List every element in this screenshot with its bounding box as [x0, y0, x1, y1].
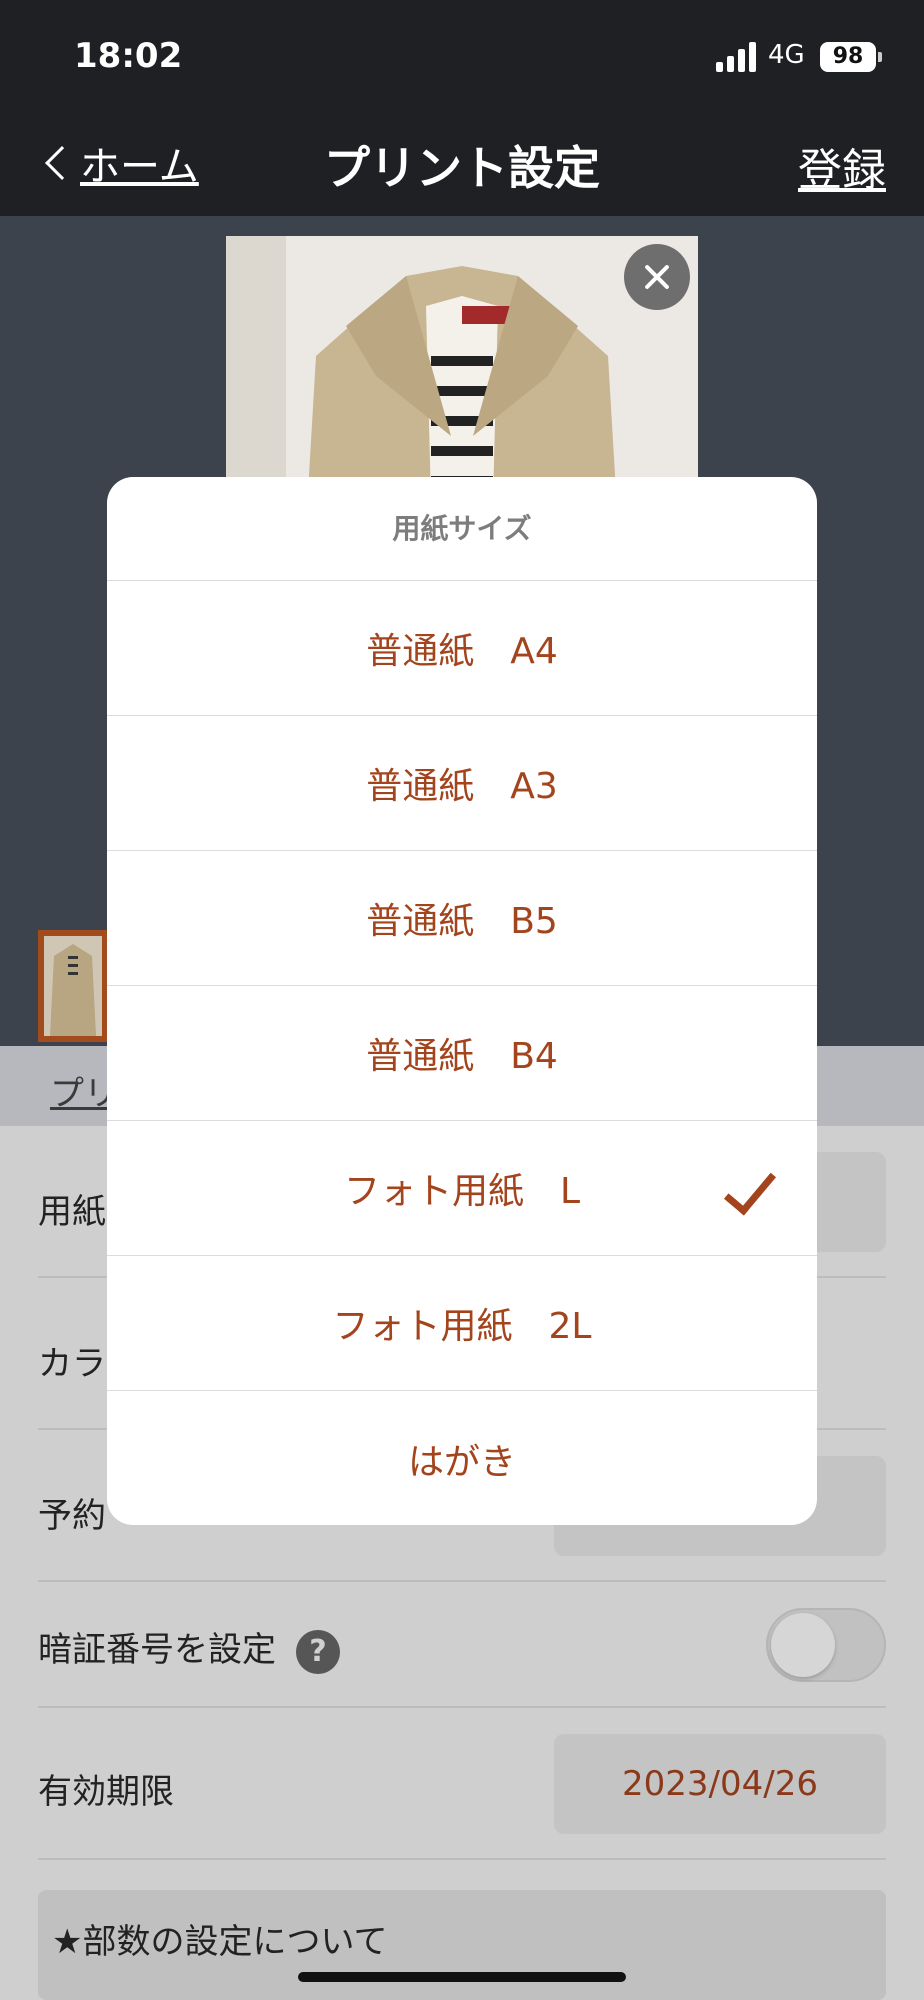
row-label-pin: 暗証番号を設定? [38, 1622, 340, 1674]
help-icon[interactable]: ? [296, 1629, 340, 1674]
nav-bar: ホーム プリント設定 登録 [0, 110, 924, 216]
signal-icon [716, 42, 760, 72]
note-box[interactable]: ★部数の設定について [38, 1890, 886, 2000]
photo-thumbnail[interactable] [38, 930, 108, 1042]
row-label-color: カラ [38, 1344, 106, 1384]
row-label-reserve: 予約 [38, 1496, 106, 1536]
status-time: 18:02 [74, 36, 183, 76]
option-photo-l-label: フォト用紙 L [343, 1171, 581, 1212]
row-label-expiry: 有効期限 [38, 1772, 174, 1812]
note-text: ★部数の設定について [52, 1922, 388, 1962]
option-plain-b4[interactable]: 普通紙 B4 [107, 986, 817, 1121]
row-label-paper: 用紙 [38, 1192, 106, 1232]
home-indicator [298, 1972, 626, 1982]
option-photo-2l[interactable]: フォト用紙 2L [107, 1256, 817, 1391]
status-bar: 18:02 4G 98 [0, 0, 924, 110]
modal-title: 用紙サイズ [107, 477, 817, 581]
row-expiry[interactable]: 有効期限 2023/04/26 [38, 1708, 886, 1860]
pin-label: 暗証番号を設定 [38, 1630, 276, 1670]
checkmark-icon [723, 1160, 777, 1216]
option-photo-l[interactable]: フォト用紙 L [107, 1121, 817, 1256]
option-plain-b5[interactable]: 普通紙 B5 [107, 851, 817, 986]
option-plain-a3[interactable]: 普通紙 A3 [107, 716, 817, 851]
option-plain-a4[interactable]: 普通紙 A4 [107, 581, 817, 716]
option-postcard[interactable]: はがき [107, 1391, 817, 1525]
network-type: 4G [768, 40, 805, 70]
row-pin: 暗証番号を設定? [38, 1582, 886, 1708]
page-title: プリント設定 [324, 141, 600, 195]
battery-icon: 98 [820, 42, 882, 72]
paper-size-modal: 用紙サイズ 普通紙 A4 普通紙 A3 普通紙 B5 普通紙 B4 フォト用紙 … [107, 477, 817, 1525]
expiry-value[interactable]: 2023/04/26 [554, 1734, 886, 1834]
register-button[interactable]: 登録 [798, 134, 886, 198]
pin-toggle[interactable] [766, 1608, 886, 1682]
close-icon[interactable] [624, 244, 690, 310]
